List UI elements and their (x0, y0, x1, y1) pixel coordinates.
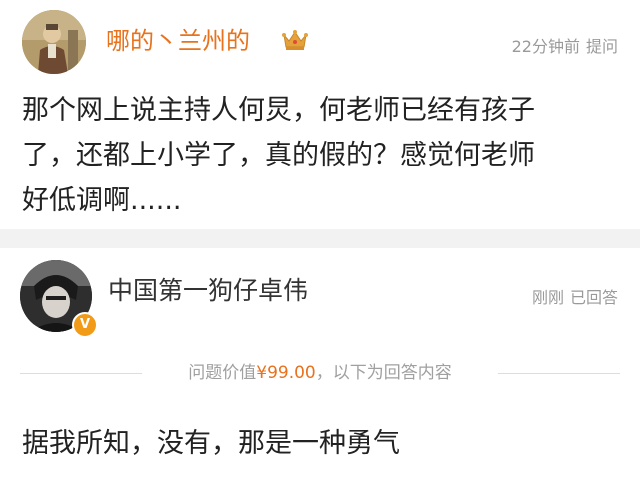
section-divider (0, 229, 640, 248)
price-divider: 问题价值¥99.00，以下为回答内容 (0, 360, 640, 386)
question-action: 提问 (585, 37, 618, 56)
answer-meta: 刚刚 已回答 (526, 284, 618, 308)
answer-text: 据我所知，没有，那是一种勇气 (22, 428, 400, 459)
question-line: 好低调啊...... (22, 185, 182, 216)
question-time: 22分钟前 (511, 37, 580, 56)
price-info: 问题价值¥99.00，以下为回答内容 (0, 360, 640, 386)
price-suffix: ，以下为回答内容 (315, 363, 452, 383)
price-value: ¥99.00 (256, 363, 316, 383)
question-card: 哪的丶兰州的 22分钟前 提问 那个网上说主持人何炅，何老师已经有孩子 了，还都上… (0, 0, 640, 229)
question-text: 那个网上说主持人何炅，何老师已经有孩子 了，还都上小学了，真的假的？感觉何老师 … (22, 88, 622, 223)
question-meta: 22分钟前 提问 (506, 33, 618, 57)
question-line: 了，还都上小学了，真的假的？感觉何老师 (22, 140, 535, 171)
asker-name[interactable]: 哪的丶兰州的 (106, 26, 250, 56)
question-line: 那个网上说主持人何炅，何老师已经有孩子 (22, 95, 535, 126)
crown-icon (282, 30, 308, 50)
qa-page: 哪的丶兰州的 22分钟前 提问 那个网上说主持人何炅，何老师已经有孩子 了，还都上… (0, 0, 640, 481)
price-prefix: 问题价值 (188, 363, 257, 383)
answer-status: 已回答 (569, 288, 618, 307)
verified-badge-icon: V (72, 312, 98, 338)
answerer-name[interactable]: 中国第一狗仔卓伟 (108, 276, 308, 306)
answerer-avatar-wrap[interactable]: V (20, 260, 98, 338)
answer-card: V 中国第一狗仔卓伟 刚刚 已回答 问题价值¥99.00，以下为回答内容 据我所知… (0, 248, 640, 481)
asker-avatar[interactable] (22, 10, 86, 74)
answer-time: 刚刚 (531, 288, 564, 307)
